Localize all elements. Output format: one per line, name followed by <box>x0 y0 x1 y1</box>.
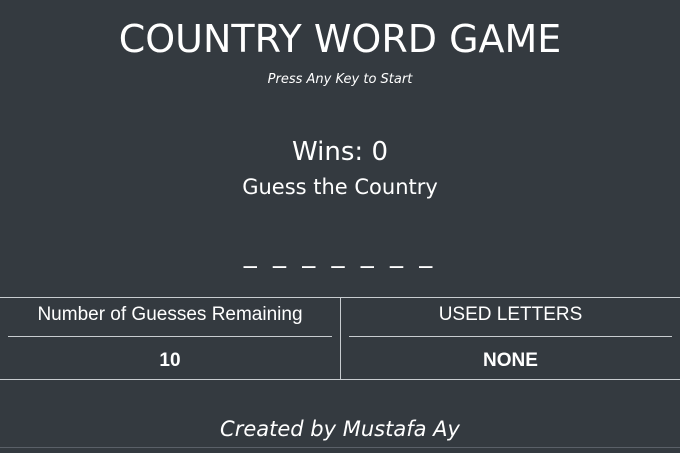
masked-word: _ _ _ _ _ _ _ <box>243 239 437 269</box>
guesses-remaining-column: Number of Guesses Remaining 10 <box>0 298 340 379</box>
stats-table: Number of Guesses Remaining 10 USED LETT… <box>0 297 680 380</box>
guesses-divider <box>8 336 332 337</box>
used-letters-divider <box>349 336 672 337</box>
guess-prompt: Guess the Country <box>242 175 438 199</box>
wins-counter: Wins: 0 <box>0 134 680 170</box>
used-letters-value: NONE <box>483 350 538 371</box>
page-title: COUNTRY WORD GAME <box>0 14 680 64</box>
guesses-remaining-header: Number of Guesses Remaining <box>37 304 303 325</box>
used-letters-column: USED LETTERS NONE <box>340 298 680 379</box>
start-instruction: Press Any Key to Start <box>267 72 413 87</box>
game-page: COUNTRY WORD GAME Press Any Key to Start… <box>0 0 680 453</box>
used-letters-header: USED LETTERS <box>438 304 583 325</box>
wins-label: Wins: <box>292 137 364 167</box>
wins-value: 0 <box>371 137 388 167</box>
author-credit: Created by Mustafa Ay <box>220 417 460 441</box>
guesses-remaining-value: 10 <box>159 350 181 371</box>
bottom-divider <box>0 447 680 448</box>
